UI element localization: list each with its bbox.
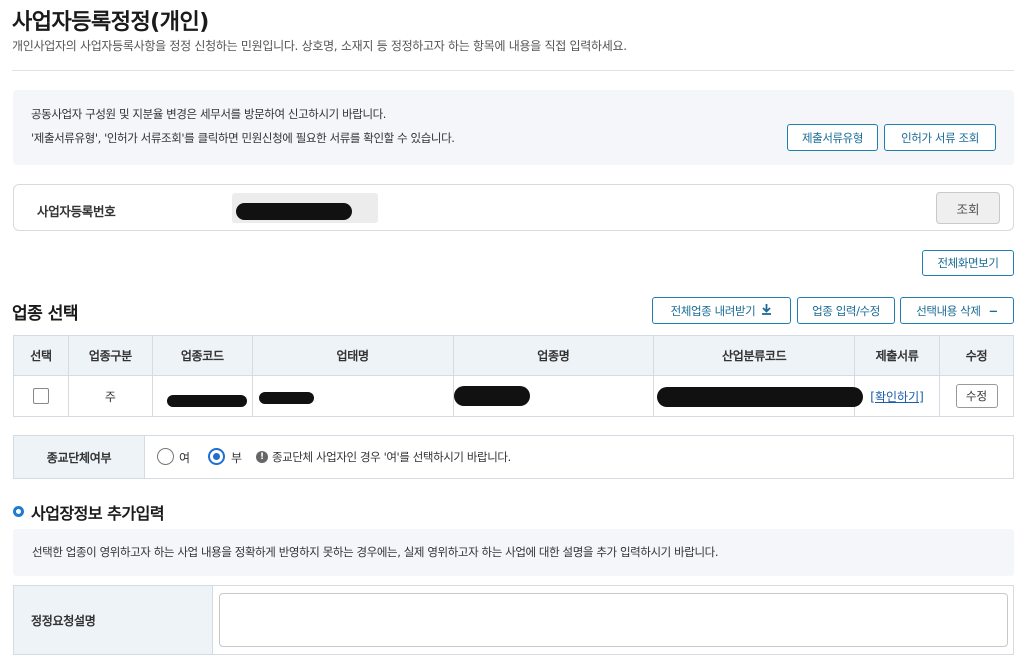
edit-cell: 수정 (939, 375, 1014, 417)
religion-no-label[interactable]: 부 (231, 449, 242, 466)
class-code-cell (653, 375, 864, 417)
request-row: 정정요청설명 (13, 585, 1014, 655)
fullscreen-button[interactable]: 전체화면보기 (922, 250, 1014, 276)
notice-line-2: '제출서류유형', '인허가 서류조회'를 클릭하면 민원신청에 필요한 서류를… (31, 131, 455, 145)
industry-name-cell (452, 375, 655, 417)
column-header: 업종코드 (151, 335, 253, 376)
minus-icon: − (988, 303, 999, 318)
column-header: 업종구분 (67, 335, 153, 376)
redacted-mark (258, 392, 314, 404)
column-header: 선택 (13, 335, 69, 376)
redacted-mark (166, 395, 247, 407)
additional-description-box: 선택한 업종이 영위하고자 하는 사업 내용을 정확하게 반영하지 못하는 경우… (13, 529, 1014, 576)
table-row: 주 [확인하기] 수정 (13, 375, 1014, 417)
industry-code-cell (151, 375, 253, 417)
download-all-label: 전체업종 내려받기 (670, 303, 756, 318)
notice-box: 공동사업자 구성원 및 지분율 변경은 세무서를 방문하여 신고하시기 바랍니다… (13, 90, 1014, 165)
redacted-mark (453, 386, 530, 406)
download-all-button[interactable]: 전체업종 내려받기 (652, 297, 791, 324)
column-header: 제출서류 (854, 335, 940, 376)
notice-line-1: 공동사업자 구성원 및 지분율 변경은 세무서를 방문하여 신고하시기 바랍니다… (31, 107, 387, 121)
lookup-button[interactable]: 조회 (936, 192, 1000, 224)
doc-type-button[interactable]: 제출서류유형 (787, 124, 878, 151)
request-label: 정정요청설명 (14, 586, 213, 654)
row-checkbox[interactable] (32, 388, 49, 404)
business-number-label: 사업자등록번호 (37, 204, 116, 219)
religion-no-radio[interactable] (208, 448, 225, 465)
download-icon (761, 303, 772, 318)
religion-yes-radio[interactable] (157, 448, 174, 465)
redacted-mark (657, 387, 864, 407)
page-subtitle: 개인사업자의 사업자등록사항을 정정 신청하는 민원입니다. 상호명, 소재지 … (12, 39, 627, 53)
select-cell (13, 375, 69, 417)
column-header: 업태명 (251, 335, 454, 376)
info-icon: ! (256, 451, 268, 463)
docs-link[interactable]: [확인하기] (870, 390, 924, 404)
docs-cell: [확인하기] (854, 375, 940, 417)
additional-section-title: 사업장정보 추가입력 (31, 504, 165, 523)
industry-type-cell: 주 (67, 375, 153, 417)
delete-selected-label: 선택내용 삭제 (916, 303, 981, 318)
bullet-icon (13, 506, 24, 517)
industry-edit-button[interactable]: 업종 입력/수정 (797, 297, 895, 324)
divider (12, 70, 1014, 71)
column-header: 수정 (939, 335, 1014, 376)
religion-yes-label[interactable]: 여 (179, 449, 190, 466)
redacted-mark (236, 203, 352, 220)
delete-selected-button[interactable]: 선택내용 삭제 − (900, 297, 1014, 324)
column-header: 업종명 (452, 335, 655, 376)
permit-lookup-button[interactable]: 인허가 서류 조회 (884, 124, 996, 151)
request-description-input[interactable] (219, 593, 1008, 647)
industry-table: 선택 업종구분 업종코드 업태명 업종명 산업분류코드 제출서류 수정 주 [확… (13, 335, 1014, 417)
religion-label: 종교단체여부 (14, 436, 145, 478)
industry-section-title: 업종 선택 (12, 304, 78, 324)
business-number-input[interactable] (232, 193, 378, 223)
religion-row: 종교단체여부 여 부 ! 종교단체 사업자인 경우 '여'를 선택하시기 바랍니… (13, 435, 1014, 479)
business-number-row: 사업자등록번호 조회 (13, 184, 1014, 231)
additional-description: 선택한 업종이 영위하고자 하는 사업 내용을 정확하게 반영하지 못하는 경우… (32, 545, 719, 559)
business-type-cell (251, 375, 454, 417)
page-title: 사업자등록정정(개인) (12, 10, 209, 35)
column-header: 산업분류코드 (653, 335, 856, 376)
table-header-row: 선택 업종구분 업종코드 업태명 업종명 산업분류코드 제출서류 수정 (13, 335, 1014, 376)
religion-hint: 종교단체 사업자인 경우 '여'를 선택하시기 바랍니다. (272, 450, 511, 464)
row-edit-button[interactable]: 수정 (955, 384, 998, 408)
